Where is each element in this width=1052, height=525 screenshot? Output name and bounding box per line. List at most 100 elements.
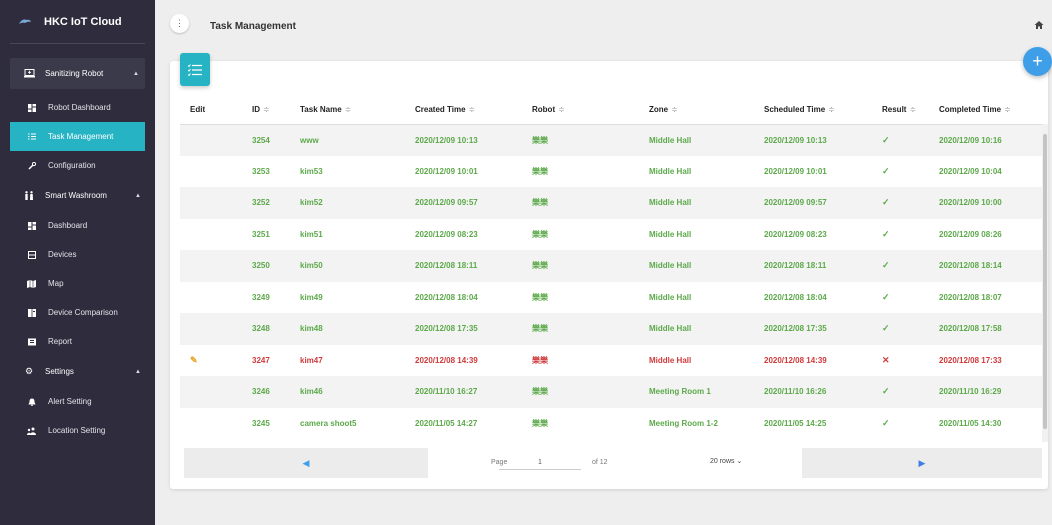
cell-edit	[180, 124, 242, 156]
sidebar-item-label: Configuration	[48, 161, 96, 170]
sidebar-item-dashboard[interactable]: Dashboard	[0, 211, 155, 240]
col-id[interactable]: ID ≑	[242, 96, 290, 125]
sidebar-nav: Sanitizing Robot ▲ Robot Dashboard Task …	[0, 44, 155, 445]
sidebar-group-smart-washroom[interactable]: Smart Washroom ▲	[0, 180, 155, 211]
previous-page-button[interactable]: ◀	[184, 448, 428, 478]
col-created-time[interactable]: Created Time ≑	[405, 96, 522, 125]
sidebar-item-map[interactable]: Map	[0, 269, 155, 298]
add-task-button[interactable]: +	[1023, 47, 1052, 76]
col-scheduled-time[interactable]: Scheduled Time ≑	[754, 96, 872, 125]
pagination: ◀ Page of 12 20 rows ⌄ ▶	[180, 445, 1042, 481]
table-row[interactable]: ✎ 3247 kim47 2020/12/08 14:39 樂樂 Middle Hall 2…	[180, 345, 1042, 377]
sidebar-item-label: Location Setting	[48, 426, 106, 435]
table-row[interactable]: 3251 kim51 2020/12/09 08:23 樂樂 Middle Hall 20…	[180, 219, 1042, 251]
bell-icon	[27, 397, 36, 406]
cell-robot: 樂樂	[532, 292, 548, 302]
sidebar-group-sanitizing-robot[interactable]: Sanitizing Robot ▲	[10, 58, 145, 89]
cell-scheduled-time: 2020/12/08 17:35	[754, 313, 872, 345]
sidebar-item-label: Alert Setting	[48, 397, 92, 406]
cell-scheduled-time: 2020/12/09 09:57	[754, 187, 872, 219]
home-icon[interactable]	[1034, 20, 1044, 30]
col-task-name[interactable]: Task Name ≑	[290, 96, 405, 125]
cell-task-name: kim51	[300, 229, 323, 239]
table-row[interactable]: 3252 kim52 2020/12/09 09:57 樂樂 Middle Hall 20…	[180, 187, 1042, 219]
table-row[interactable]: 3248 kim48 2020/12/08 17:35 樂樂 Middle Hall 20…	[180, 313, 1042, 345]
table-row[interactable]: 3246 kim46 2020/11/10 16:27 樂樂 Meeting Room …	[180, 376, 1042, 408]
sidebar-group-label: Settings	[45, 367, 74, 376]
edit-pencil-icon[interactable]: ✎	[190, 355, 198, 365]
cell-scheduled-time: 2020/12/08 18:11	[754, 250, 872, 282]
col-result[interactable]: Result ≑	[872, 96, 929, 125]
rows-per-page-select[interactable]: 20 rows ⌄	[710, 457, 742, 465]
sort-icon: ≑	[468, 105, 476, 115]
cell-robot: 樂樂	[522, 187, 639, 219]
table-row[interactable]: 3245 camera shoot5 2020/11/05 14:27 樂樂 Meeti…	[180, 408, 1042, 440]
wrench-icon	[27, 161, 36, 170]
col-zone[interactable]: Zone ≑	[639, 96, 754, 125]
sort-icon: ≑	[671, 105, 678, 115]
menu-toggle-button[interactable]: ⋮	[170, 14, 189, 33]
cell-robot: 樂樂	[532, 229, 548, 239]
sidebar-item-task-management[interactable]: Task Management	[10, 122, 145, 151]
sidebar-item-label: Dashboard	[48, 221, 88, 230]
sidebar-group-settings[interactable]: ⚙ Settings ▲	[0, 356, 155, 387]
cell-zone: Middle Hall	[639, 124, 754, 156]
cell-id: 3252	[242, 187, 290, 219]
sidebar-item-device-comparison[interactable]: Device Comparison	[0, 298, 155, 327]
col-completed-time[interactable]: Completed Time ≑	[929, 96, 1042, 125]
report-icon	[27, 337, 36, 346]
cell-zone: Middle Hall	[639, 187, 754, 219]
cell-edit	[180, 408, 242, 440]
more-vert-icon: ⋮	[175, 18, 184, 28]
cell-completed-time: 2020/11/10 16:29	[929, 376, 1042, 408]
sidebar: HKC IoT Cloud Sanitizing Robot ▲ Robot D…	[0, 0, 155, 525]
cell-result: ✕	[882, 354, 890, 365]
table-row[interactable]: 3250 kim50 2020/12/08 18:11 樂樂 Middle Hall 20…	[180, 250, 1042, 282]
page-number-input[interactable]	[499, 456, 581, 470]
chevron-left-icon: ◀	[302, 457, 310, 468]
table-body: 3254 www 2020/12/09 10:13 樂樂 Middle Hall 2020…	[180, 124, 1042, 439]
sort-icon: ≑	[344, 105, 352, 115]
cell-completed-time: 2020/12/09 10:00	[929, 187, 1042, 219]
cell-id: 3249	[252, 292, 270, 302]
next-page-button[interactable]: ▶	[802, 448, 1042, 478]
table-row[interactable]: 3254 www 2020/12/09 10:13 樂樂 Middle Hall 2020…	[180, 124, 1042, 156]
cell-zone: Meeting Room 1	[639, 376, 754, 408]
cell-completed-time: 2020/12/08 18:07	[939, 292, 1002, 302]
sidebar-item-devices[interactable]: Devices	[0, 240, 155, 269]
cell-created-time: 2020/12/09 10:13	[405, 124, 522, 156]
col-edit: Edit	[180, 96, 242, 125]
laptop-icon	[23, 69, 35, 79]
cell-result: ✓	[872, 187, 929, 219]
cell-robot: 樂樂	[522, 124, 639, 156]
cell-zone: Middle Hall	[639, 250, 754, 282]
table-row[interactable]: 3253 kim53 2020/12/09 10:01 樂樂 Middle Hall 20…	[180, 156, 1042, 188]
cell-id: 3247	[252, 355, 270, 365]
cell-result: ✓	[882, 417, 890, 428]
sidebar-item-configuration[interactable]: Configuration	[0, 151, 155, 180]
sidebar-item-alert-setting[interactable]: Alert Setting	[0, 387, 155, 416]
cell-completed-time: 2020/12/09 10:04	[939, 166, 1002, 176]
sidebar-item-location-setting[interactable]: Location Setting	[0, 416, 155, 445]
sort-icon: ≑	[909, 105, 917, 115]
cell-scheduled-time: 2020/12/09 10:13	[754, 124, 872, 156]
cell-zone: Middle Hall	[649, 229, 692, 239]
cell-created-time: 2020/12/09 09:57	[405, 187, 522, 219]
table-row[interactable]: 3249 kim49 2020/12/08 18:04 樂樂 Middle Hall 20…	[180, 282, 1042, 314]
sidebar-item-robot-dashboard[interactable]: Robot Dashboard	[0, 93, 155, 122]
table-scrollbar-thumb[interactable]	[1043, 134, 1047, 429]
cell-id: 3248	[242, 313, 290, 345]
cell-zone: Meeting Room 1-2	[649, 418, 718, 428]
sidebar-item-label: Task Management	[48, 132, 114, 141]
cell-edit	[180, 187, 242, 219]
cell-id: 3246	[242, 376, 290, 408]
sidebar-item-report[interactable]: Report	[0, 327, 155, 356]
col-robot[interactable]: Robot ≑	[522, 96, 639, 125]
sidebar-item-label: Map	[48, 279, 64, 288]
cell-scheduled-time: 2020/12/09 10:01	[764, 166, 827, 176]
cell-edit	[180, 250, 242, 282]
brand[interactable]: HKC IoT Cloud	[0, 0, 155, 43]
dashboard-icon	[27, 221, 36, 230]
cell-task-name: kim47	[300, 355, 323, 365]
cell-edit	[180, 219, 242, 251]
